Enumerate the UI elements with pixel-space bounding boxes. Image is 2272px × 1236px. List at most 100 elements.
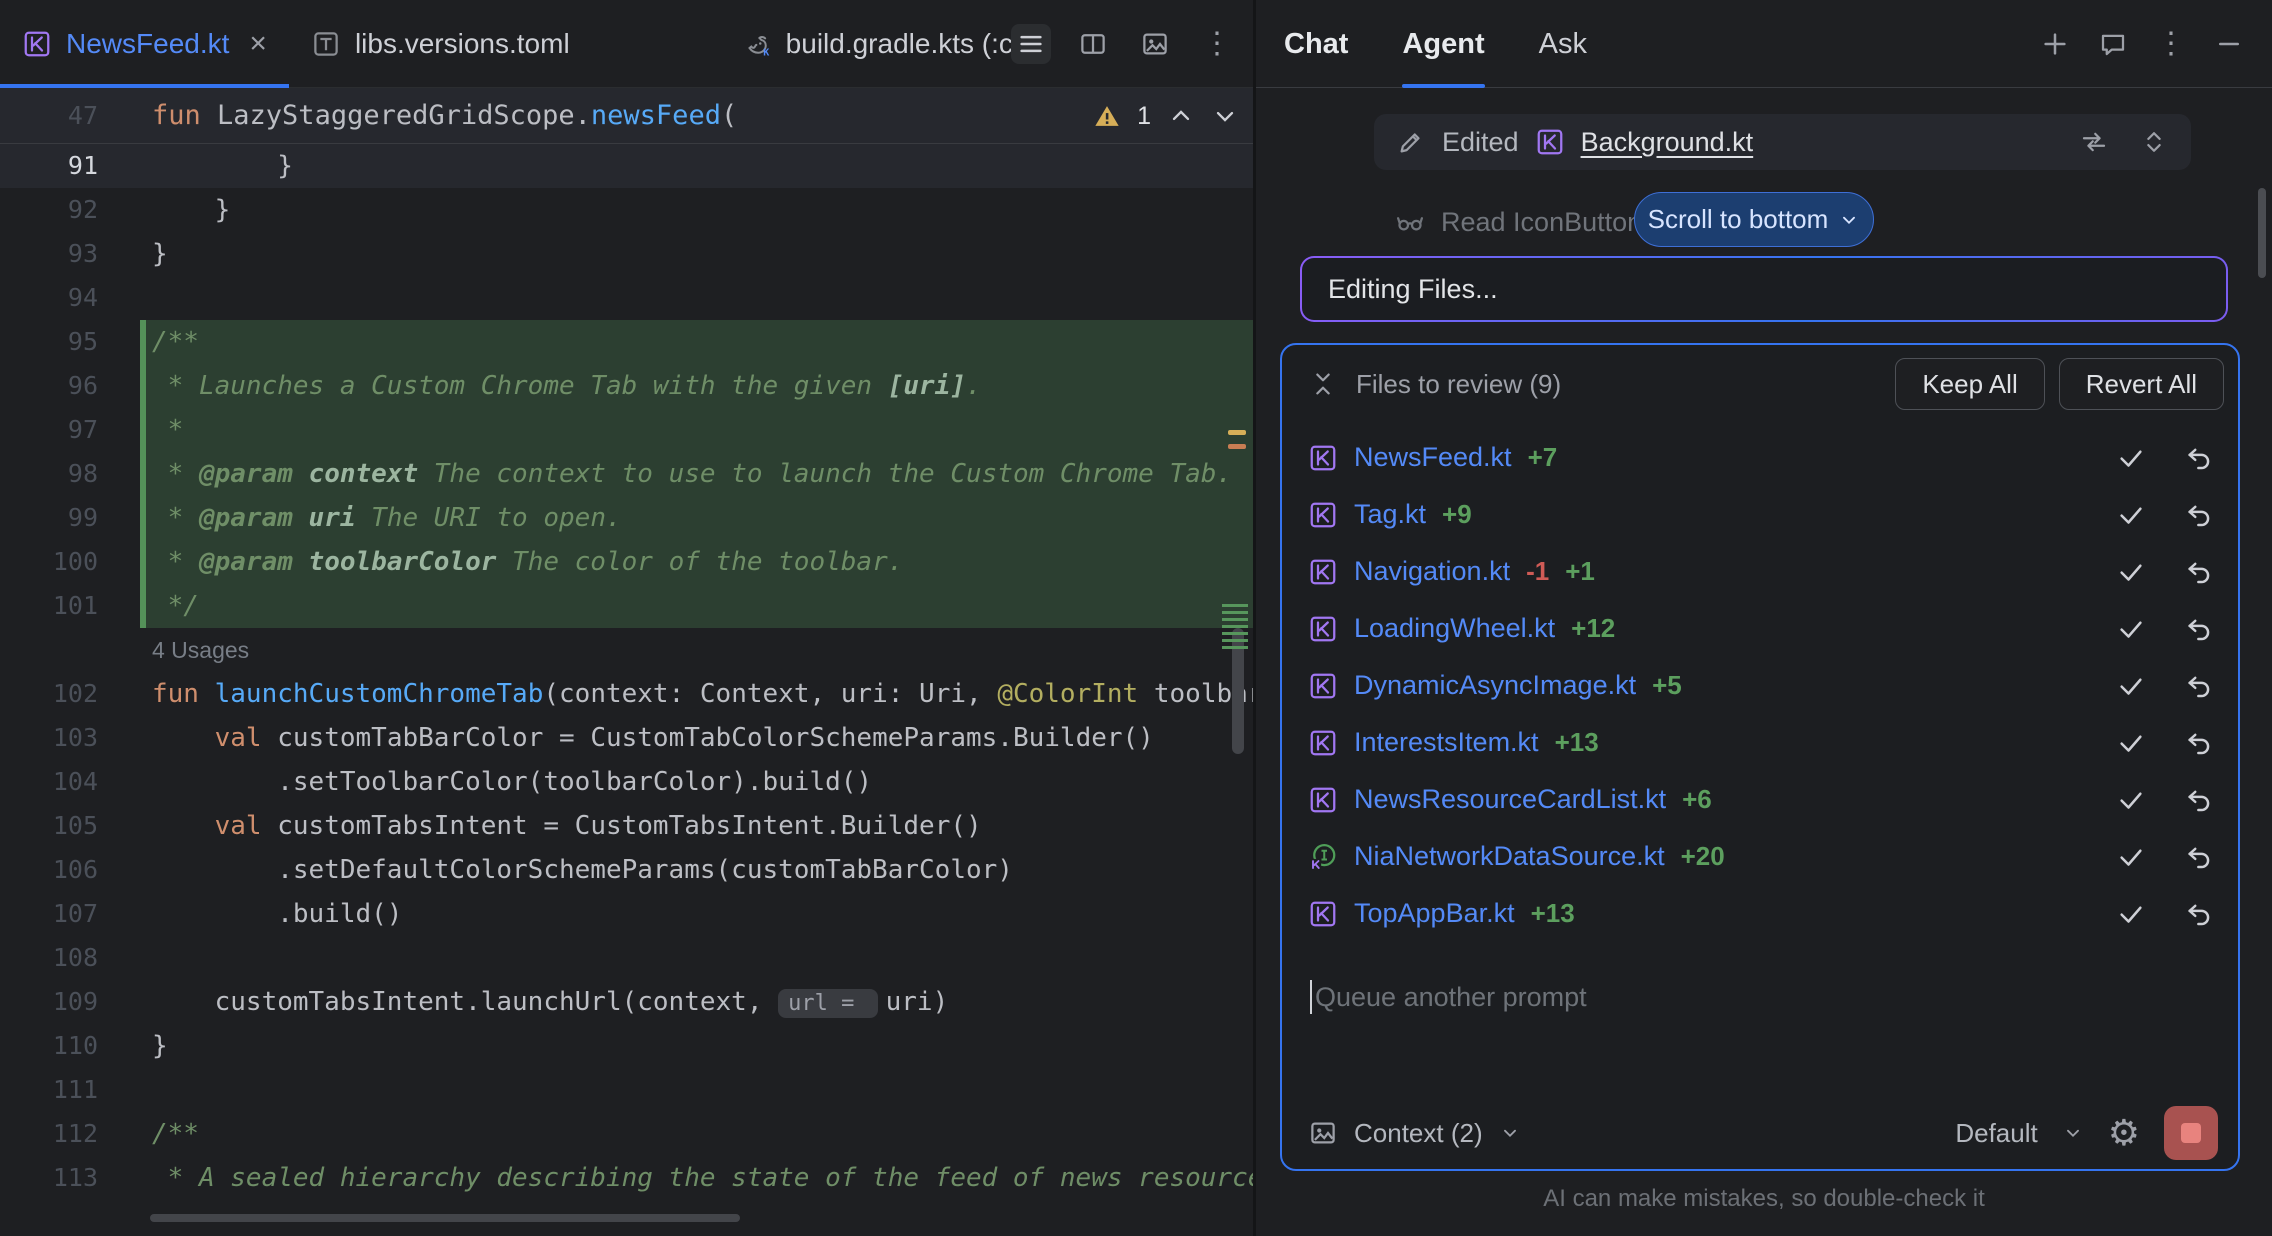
tab-newsfeed-kt[interactable]: NewsFeed.kt × — [0, 0, 289, 88]
revert-file-icon[interactable] — [2184, 785, 2214, 815]
structure-list-icon[interactable] — [1011, 24, 1051, 64]
image-preview-icon[interactable] — [1135, 24, 1175, 64]
code-text: val customTabsIntent = CustomTabsIntent.… — [140, 804, 1253, 848]
more-options-icon[interactable]: ⋮ — [1197, 24, 1237, 64]
line-number: 99 — [0, 496, 140, 540]
chat-scrollbar[interactable] — [2258, 188, 2266, 278]
model-selector[interactable]: Default — [1955, 1118, 2037, 1149]
file-link[interactable]: LoadingWheel.kt — [1354, 613, 1555, 644]
keep-file-icon[interactable] — [2116, 500, 2146, 530]
file-link[interactable]: Navigation.kt — [1354, 556, 1510, 587]
assistant-tab-agent[interactable]: Agent — [1402, 0, 1484, 88]
horizontal-scrollbar[interactable] — [150, 1214, 740, 1222]
review-file-row: NiaNetworkDataSource.kt+20 — [1282, 828, 2238, 885]
sticky-header-controls: 1 — [1093, 88, 1239, 144]
added-lines-count: +9 — [1442, 499, 1472, 530]
code-text: } — [140, 188, 1253, 232]
file-link[interactable]: NewsResourceCardList.kt — [1354, 784, 1666, 815]
read-file-label: Read IconButton. — [1441, 207, 1650, 238]
added-lines-count: +7 — [1528, 442, 1558, 473]
keep-file-icon[interactable] — [2116, 443, 2146, 473]
revert-file-icon[interactable] — [2184, 443, 2214, 473]
line-number: 101 — [0, 584, 140, 628]
edited-file-card[interactable]: Edited Background.kt — [1374, 114, 2191, 170]
keep-file-icon[interactable] — [2116, 671, 2146, 701]
keep-file-icon[interactable] — [2116, 785, 2146, 815]
stop-button[interactable] — [2164, 1106, 2218, 1160]
ai-assistant-panel: Chat Agent Ask ⋮ Edited Background.kt — [1256, 0, 2272, 1236]
revert-file-icon[interactable] — [2184, 899, 2214, 929]
tab-label: libs.versions.toml — [355, 28, 570, 60]
close-tab-icon[interactable]: × — [249, 27, 267, 61]
revert-file-icon[interactable] — [2184, 671, 2214, 701]
assistant-tab-chat[interactable]: Chat — [1284, 0, 1348, 88]
review-file-row: DynamicAsyncImage.kt+5 — [1282, 657, 2238, 714]
code-text: */ — [140, 584, 1253, 628]
line-number: 108 — [0, 936, 140, 980]
revert-file-icon[interactable] — [2184, 728, 2214, 758]
collapse-icon[interactable] — [1308, 369, 1338, 399]
code-text: customTabsIntent.launchUrl(context, url … — [140, 980, 1253, 1024]
files-to-review-panel: Files to review (9) Keep All Revert All … — [1280, 343, 2240, 1171]
hide-panel-icon[interactable] — [2214, 29, 2244, 59]
new-chat-icon[interactable] — [2040, 29, 2070, 59]
scroll-to-bottom-button[interactable]: Scroll to bottom — [1634, 192, 1874, 247]
code-line: 107 .build() — [0, 892, 1253, 936]
revert-file-icon[interactable] — [2184, 557, 2214, 587]
keep-file-icon[interactable] — [2116, 614, 2146, 644]
code-line: 94 — [0, 276, 1253, 320]
scrollbar-warning-mark[interactable] — [1228, 444, 1246, 449]
file-link[interactable]: DynamicAsyncImage.kt — [1354, 670, 1636, 701]
revert-file-icon[interactable] — [2184, 614, 2214, 644]
code-line: 108 — [0, 936, 1253, 980]
keep-file-icon[interactable] — [2116, 557, 2146, 587]
code-text — [140, 936, 1253, 980]
ai-disclaimer: AI can make mistakes, so double-check it — [1256, 1185, 2272, 1213]
code-line: 111 — [0, 1068, 1253, 1112]
keep-file-icon[interactable] — [2116, 728, 2146, 758]
file-row-actions — [2116, 614, 2214, 644]
show-diff-icon[interactable] — [2079, 127, 2109, 157]
file-link[interactable]: TopAppBar.kt — [1354, 898, 1515, 929]
next-occurrence-icon[interactable] — [1211, 102, 1239, 130]
keep-file-icon[interactable] — [2116, 899, 2146, 929]
edited-file-link[interactable]: Background.kt — [1581, 127, 1754, 158]
split-editor-icon[interactable] — [1073, 24, 1113, 64]
added-lines-count: +12 — [1571, 613, 1615, 644]
prompt-input[interactable]: Queue another prompt — [1310, 975, 1587, 1019]
code-area[interactable]: 91 }92 }93}9495/**96 * Launches a Custom… — [0, 144, 1253, 1236]
chat-history-icon[interactable] — [2098, 29, 2128, 59]
review-file-row: NewsFeed.kt +7 — [1282, 429, 2238, 486]
kotlin-file-icon — [1308, 728, 1338, 758]
more-options-icon[interactable]: ⋮ — [2156, 29, 2186, 59]
code-text: 4 Usages — [140, 628, 1253, 672]
file-row-actions — [2116, 500, 2214, 530]
usages-hint[interactable]: 4 Usages — [152, 637, 249, 663]
context-selector[interactable]: Context (2) — [1354, 1118, 1483, 1149]
revert-all-button[interactable]: Revert All — [2059, 358, 2224, 410]
scrollbar-warning-mark[interactable] — [1228, 430, 1246, 435]
settings-gear-icon[interactable]: ⚙ — [2108, 1115, 2140, 1151]
sticky-function-header[interactable]: 47 fun LazyStaggeredGridScope.newsFeed( … — [0, 88, 1253, 144]
revert-file-icon[interactable] — [2184, 500, 2214, 530]
file-link[interactable]: NewsFeed.kt — [1354, 442, 1512, 473]
added-lines-count: +13 — [1531, 898, 1575, 929]
warning-count: 1 — [1137, 102, 1151, 131]
tab-libs-versions-toml[interactable]: libs.versions.toml — [289, 0, 592, 88]
assistant-tab-ask[interactable]: Ask — [1539, 0, 1587, 88]
previous-occurrence-icon[interactable] — [1167, 102, 1195, 130]
keep-all-button[interactable]: Keep All — [1895, 358, 2044, 410]
expand-collapse-icon[interactable] — [2139, 127, 2169, 157]
code-text: * @param context The context to use to l… — [140, 452, 1253, 496]
file-link[interactable]: InterestsItem.kt — [1354, 727, 1539, 758]
revert-file-icon[interactable] — [2184, 842, 2214, 872]
editor-tab-bar: NewsFeed.kt × libs.versions.toml K build… — [0, 0, 1253, 88]
code-text: * @param uri The URI to open. — [140, 496, 1253, 540]
attach-image-icon[interactable] — [1308, 1118, 1338, 1148]
file-link[interactable]: Tag.kt — [1354, 499, 1426, 530]
line-number: 107 — [0, 892, 140, 936]
file-link[interactable]: NiaNetworkDataSource.kt — [1354, 841, 1665, 872]
tab-label: build.gradle.kts (:c — [786, 28, 1013, 60]
scrollbar-change-marks[interactable] — [1222, 604, 1248, 653]
keep-file-icon[interactable] — [2116, 842, 2146, 872]
